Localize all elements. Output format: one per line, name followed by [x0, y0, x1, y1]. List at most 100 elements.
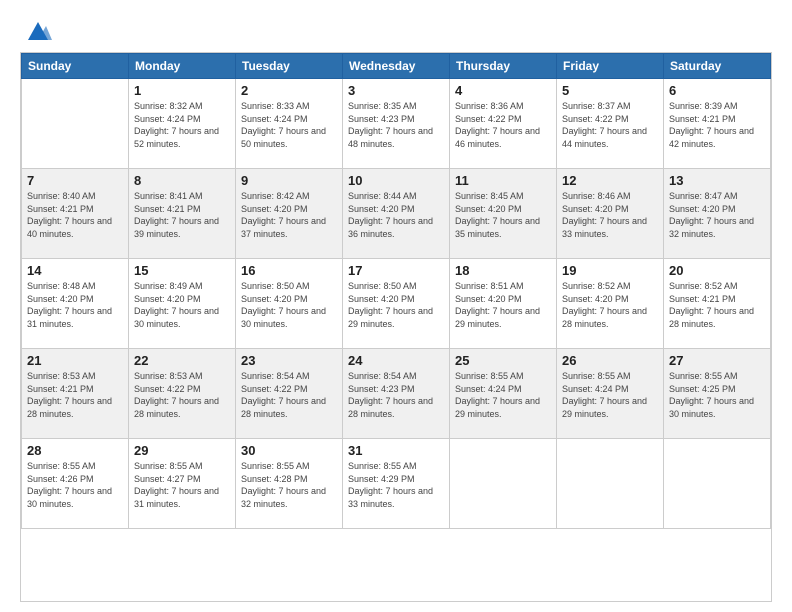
day-number: 6: [669, 83, 765, 98]
cell-info: Sunrise: 8:44 AMSunset: 4:20 PMDaylight:…: [348, 190, 444, 240]
day-number: 28: [27, 443, 123, 458]
cell-info: Sunrise: 8:48 AMSunset: 4:20 PMDaylight:…: [27, 280, 123, 330]
day-cell: 24 Sunrise: 8:54 AMSunset: 4:23 PMDayligh…: [343, 349, 450, 439]
cell-info: Sunrise: 8:36 AMSunset: 4:22 PMDaylight:…: [455, 100, 551, 150]
day-number: 14: [27, 263, 123, 278]
day-cell: 20 Sunrise: 8:52 AMSunset: 4:21 PMDayligh…: [664, 259, 771, 349]
day-cell: [664, 439, 771, 529]
cell-info: Sunrise: 8:55 AMSunset: 4:28 PMDaylight:…: [241, 460, 337, 510]
day-cell: [22, 79, 129, 169]
day-cell: 30 Sunrise: 8:55 AMSunset: 4:28 PMDayligh…: [236, 439, 343, 529]
day-cell: 28 Sunrise: 8:55 AMSunset: 4:26 PMDayligh…: [22, 439, 129, 529]
day-cell: 4 Sunrise: 8:36 AMSunset: 4:22 PMDaylight…: [450, 79, 557, 169]
day-number: 3: [348, 83, 444, 98]
day-number: 16: [241, 263, 337, 278]
logo-icon: [24, 16, 52, 44]
day-number: 17: [348, 263, 444, 278]
cell-info: Sunrise: 8:55 AMSunset: 4:24 PMDaylight:…: [455, 370, 551, 420]
weekday-header: Saturday: [664, 54, 771, 79]
day-number: 7: [27, 173, 123, 188]
day-number: 10: [348, 173, 444, 188]
cell-info: Sunrise: 8:39 AMSunset: 4:21 PMDaylight:…: [669, 100, 765, 150]
day-cell: 14 Sunrise: 8:48 AMSunset: 4:20 PMDayligh…: [22, 259, 129, 349]
day-cell: 3 Sunrise: 8:35 AMSunset: 4:23 PMDaylight…: [343, 79, 450, 169]
cell-info: Sunrise: 8:47 AMSunset: 4:20 PMDaylight:…: [669, 190, 765, 240]
cell-info: Sunrise: 8:55 AMSunset: 4:27 PMDaylight:…: [134, 460, 230, 510]
cell-info: Sunrise: 8:52 AMSunset: 4:20 PMDaylight:…: [562, 280, 658, 330]
day-cell: 27 Sunrise: 8:55 AMSunset: 4:25 PMDayligh…: [664, 349, 771, 439]
cell-info: Sunrise: 8:40 AMSunset: 4:21 PMDaylight:…: [27, 190, 123, 240]
day-cell: 13 Sunrise: 8:47 AMSunset: 4:20 PMDayligh…: [664, 169, 771, 259]
cell-info: Sunrise: 8:55 AMSunset: 4:25 PMDaylight:…: [669, 370, 765, 420]
day-number: 30: [241, 443, 337, 458]
day-number: 9: [241, 173, 337, 188]
day-cell: 7 Sunrise: 8:40 AMSunset: 4:21 PMDaylight…: [22, 169, 129, 259]
day-number: 25: [455, 353, 551, 368]
cell-info: Sunrise: 8:54 AMSunset: 4:23 PMDaylight:…: [348, 370, 444, 420]
day-cell: 12 Sunrise: 8:46 AMSunset: 4:20 PMDayligh…: [557, 169, 664, 259]
day-cell: 18 Sunrise: 8:51 AMSunset: 4:20 PMDayligh…: [450, 259, 557, 349]
day-number: 27: [669, 353, 765, 368]
day-number: 20: [669, 263, 765, 278]
weekday-header: Friday: [557, 54, 664, 79]
cell-info: Sunrise: 8:35 AMSunset: 4:23 PMDaylight:…: [348, 100, 444, 150]
day-number: 1: [134, 83, 230, 98]
calendar: SundayMondayTuesdayWednesdayThursdayFrid…: [20, 52, 772, 602]
cell-info: Sunrise: 8:51 AMSunset: 4:20 PMDaylight:…: [455, 280, 551, 330]
day-cell: 11Sunrise: 8:45 AMSunset: 4:20 PMDayligh…: [450, 169, 557, 259]
day-cell: 19 Sunrise: 8:52 AMSunset: 4:20 PMDayligh…: [557, 259, 664, 349]
day-cell: 2 Sunrise: 8:33 AMSunset: 4:24 PMDaylight…: [236, 79, 343, 169]
cell-info: Sunrise: 8:53 AMSunset: 4:22 PMDaylight:…: [134, 370, 230, 420]
day-number: 12: [562, 173, 658, 188]
day-number: 15: [134, 263, 230, 278]
day-cell: 29 Sunrise: 8:55 AMSunset: 4:27 PMDayligh…: [129, 439, 236, 529]
day-number: 23: [241, 353, 337, 368]
day-cell: 10 Sunrise: 8:44 AMSunset: 4:20 PMDayligh…: [343, 169, 450, 259]
day-number: 22: [134, 353, 230, 368]
weekday-header: Sunday: [22, 54, 129, 79]
cell-info: Sunrise: 8:55 AMSunset: 4:26 PMDaylight:…: [27, 460, 123, 510]
day-number: 4: [455, 83, 551, 98]
cell-info: Sunrise: 8:46 AMSunset: 4:20 PMDaylight:…: [562, 190, 658, 240]
header: [20, 16, 772, 44]
cell-info: Sunrise: 8:50 AMSunset: 4:20 PMDaylight:…: [348, 280, 444, 330]
cell-info: Sunrise: 8:55 AMSunset: 4:29 PMDaylight:…: [348, 460, 444, 510]
day-number: 31: [348, 443, 444, 458]
day-cell: 6 Sunrise: 8:39 AMSunset: 4:21 PMDaylight…: [664, 79, 771, 169]
cell-info: Sunrise: 8:33 AMSunset: 4:24 PMDaylight:…: [241, 100, 337, 150]
logo: [20, 16, 52, 44]
weekday-header: Monday: [129, 54, 236, 79]
cell-info: Sunrise: 8:54 AMSunset: 4:22 PMDaylight:…: [241, 370, 337, 420]
day-cell: 21Sunrise: 8:53 AMSunset: 4:21 PMDayligh…: [22, 349, 129, 439]
day-cell: 15 Sunrise: 8:49 AMSunset: 4:20 PMDayligh…: [129, 259, 236, 349]
weekday-header: Tuesday: [236, 54, 343, 79]
day-number: 11: [455, 173, 551, 188]
weekday-header: Thursday: [450, 54, 557, 79]
cell-info: Sunrise: 8:52 AMSunset: 4:21 PMDaylight:…: [669, 280, 765, 330]
day-cell: 1 Sunrise: 8:32 AMSunset: 4:24 PMDaylight…: [129, 79, 236, 169]
page: SundayMondayTuesdayWednesdayThursdayFrid…: [0, 0, 792, 612]
day-number: 29: [134, 443, 230, 458]
cell-info: Sunrise: 8:32 AMSunset: 4:24 PMDaylight:…: [134, 100, 230, 150]
day-number: 19: [562, 263, 658, 278]
weekday-header: Wednesday: [343, 54, 450, 79]
day-cell: [557, 439, 664, 529]
day-number: 8: [134, 173, 230, 188]
day-cell: 5Sunrise: 8:37 AMSunset: 4:22 PMDaylight…: [557, 79, 664, 169]
day-number: 13: [669, 173, 765, 188]
day-cell: 31 Sunrise: 8:55 AMSunset: 4:29 PMDayligh…: [343, 439, 450, 529]
day-cell: 16Sunrise: 8:50 AMSunset: 4:20 PMDayligh…: [236, 259, 343, 349]
day-number: 21: [27, 353, 123, 368]
day-number: 26: [562, 353, 658, 368]
day-cell: 9Sunrise: 8:42 AMSunset: 4:20 PMDaylight…: [236, 169, 343, 259]
day-number: 18: [455, 263, 551, 278]
day-number: 24: [348, 353, 444, 368]
day-cell: 25 Sunrise: 8:55 AMSunset: 4:24 PMDayligh…: [450, 349, 557, 439]
cell-info: Sunrise: 8:41 AMSunset: 4:21 PMDaylight:…: [134, 190, 230, 240]
day-cell: 17 Sunrise: 8:50 AMSunset: 4:20 PMDayligh…: [343, 259, 450, 349]
cell-info: Sunrise: 8:49 AMSunset: 4:20 PMDaylight:…: [134, 280, 230, 330]
day-number: 2: [241, 83, 337, 98]
day-cell: [450, 439, 557, 529]
day-cell: 23 Sunrise: 8:54 AMSunset: 4:22 PMDayligh…: [236, 349, 343, 439]
day-number: 5: [562, 83, 658, 98]
